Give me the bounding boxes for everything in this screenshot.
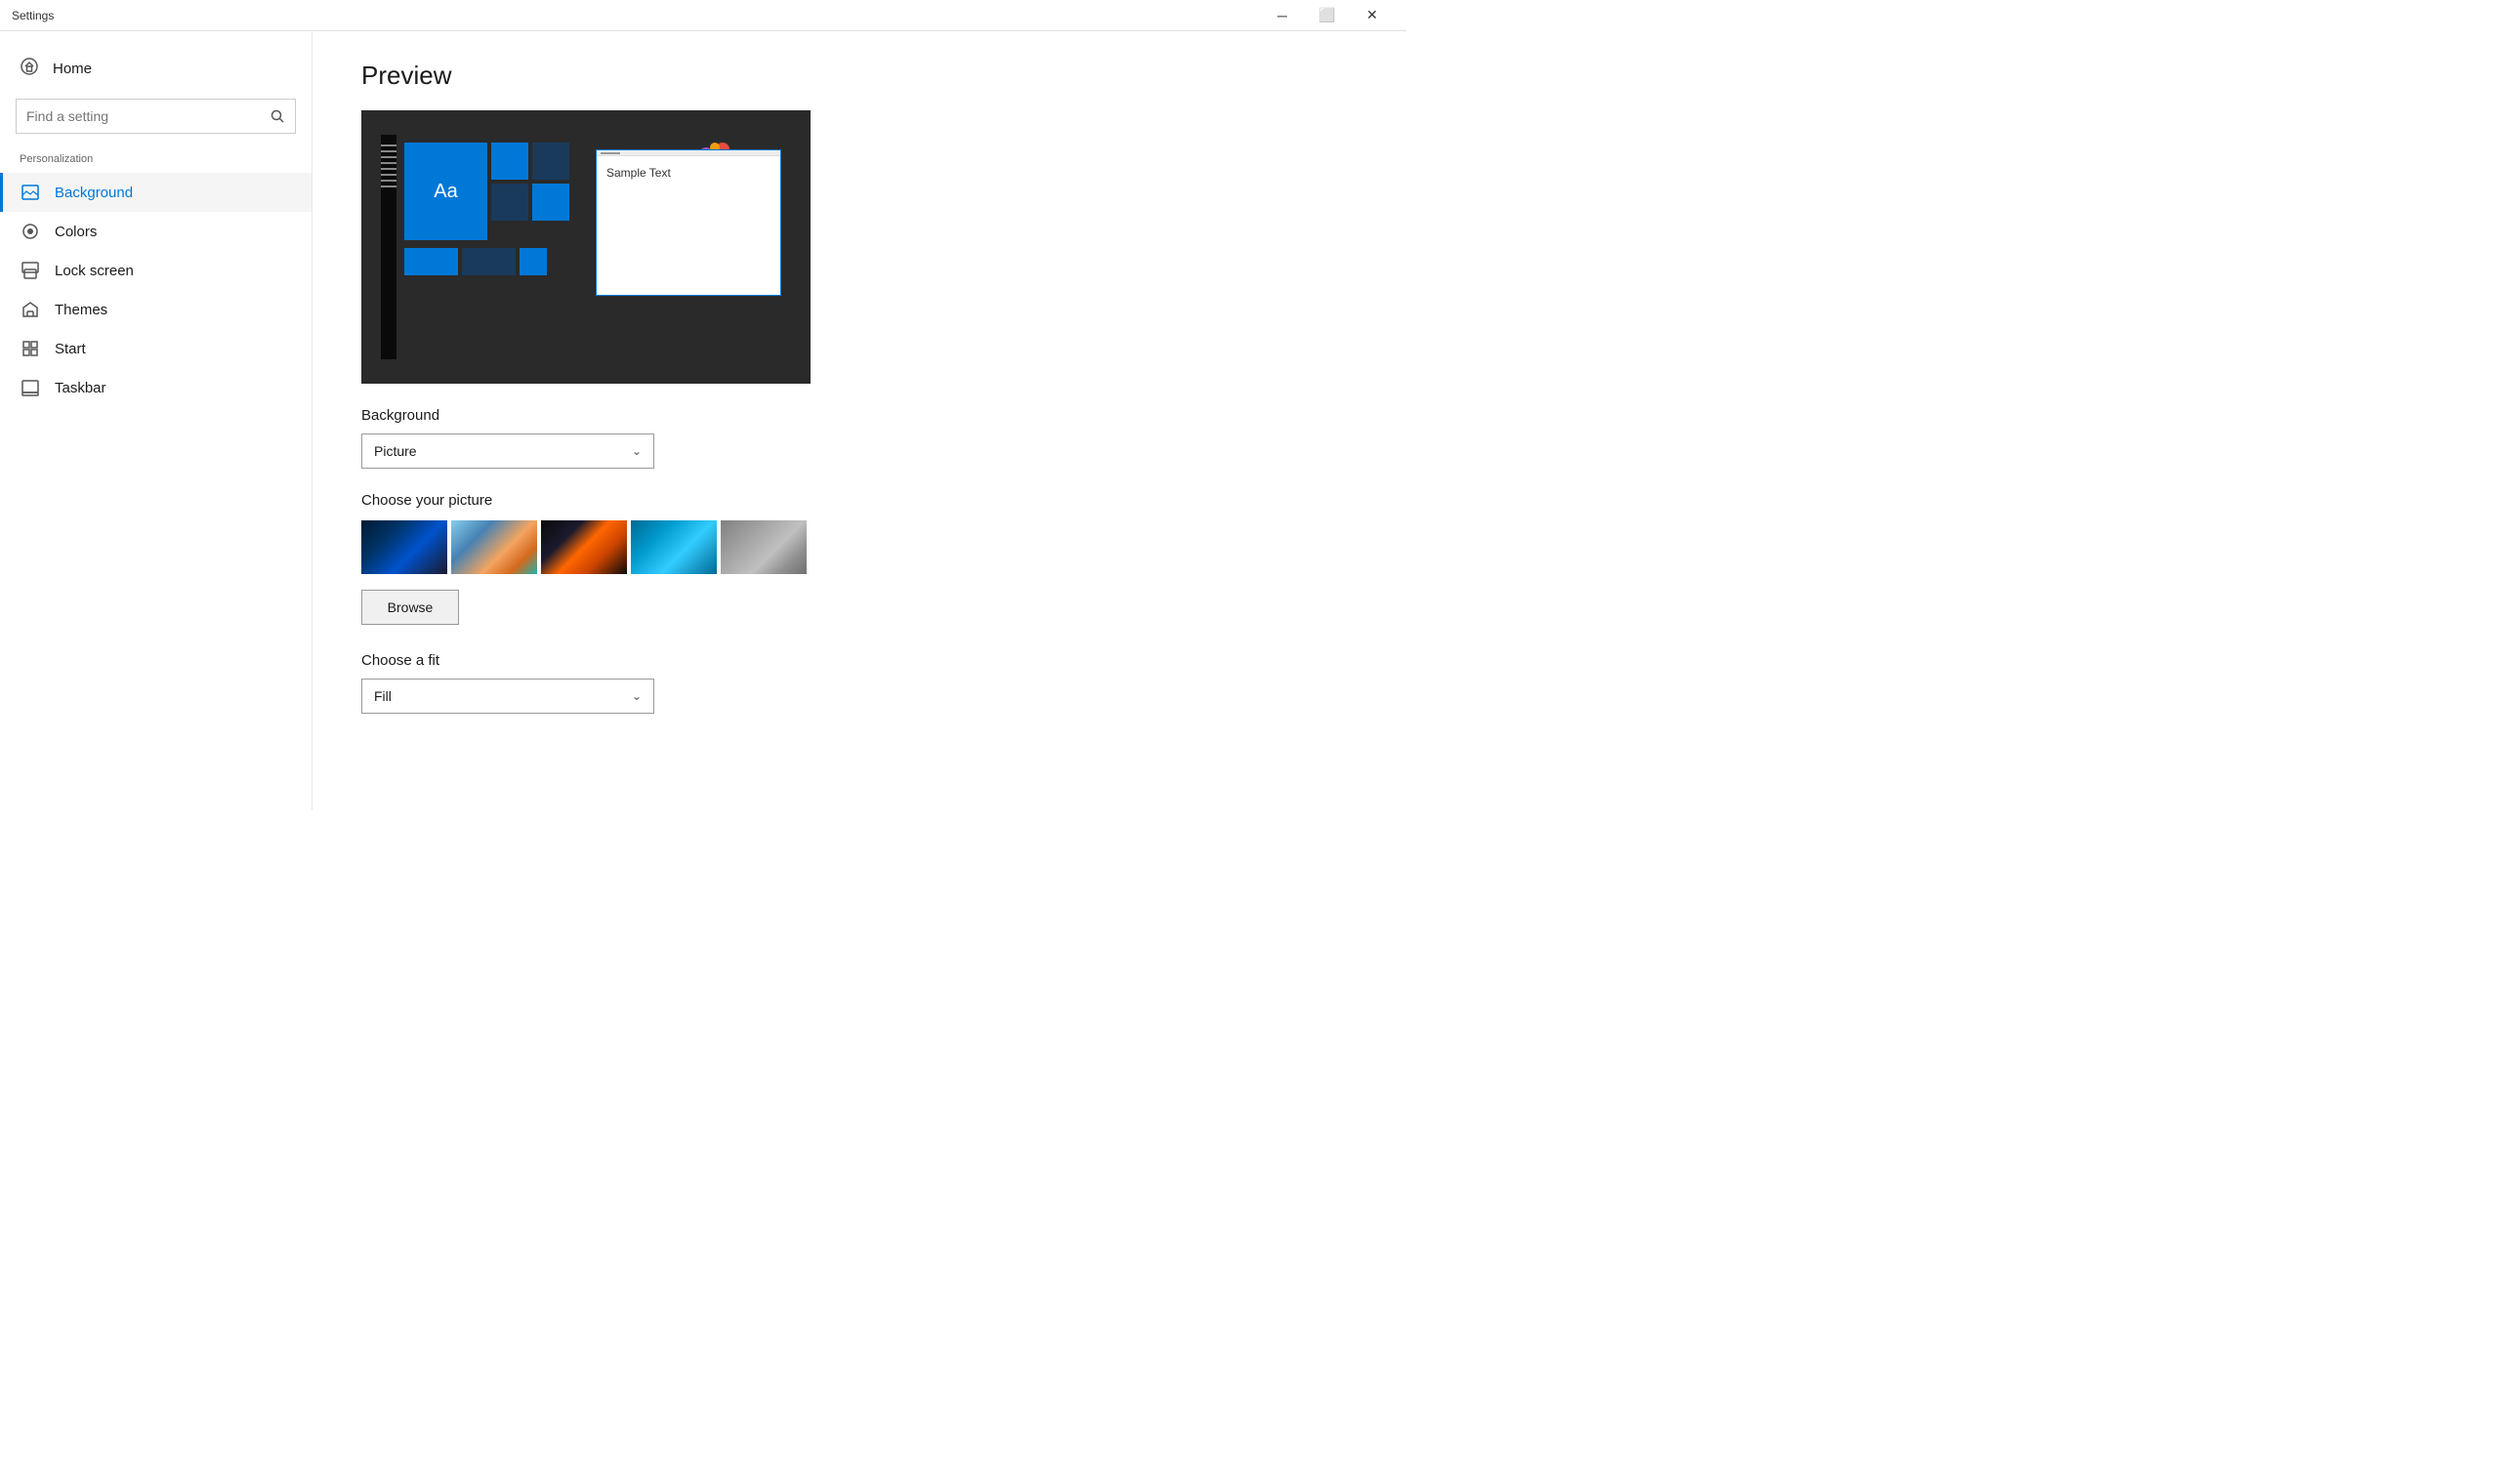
sidebar-item-background[interactable]: Background	[0, 173, 312, 212]
preview-inner: Aa	[361, 110, 811, 384]
thumbnail-2[interactable]	[451, 520, 537, 574]
home-icon	[20, 57, 39, 81]
bar-line-3	[381, 156, 396, 158]
search-box-container	[0, 99, 312, 149]
sidebar-item-home[interactable]: Home	[0, 47, 312, 91]
background-icon	[20, 183, 41, 202]
small-tiles	[491, 143, 569, 221]
background-dropdown[interactable]: Picture ⌄	[361, 433, 654, 469]
sidebar-item-taskbar[interactable]: Taskbar	[0, 368, 312, 407]
tiles-area: Aa	[396, 135, 577, 359]
small-tile-2	[532, 143, 569, 180]
bottom-tile-3	[520, 248, 547, 275]
lock-icon	[20, 261, 41, 280]
bottom-tiles-row	[404, 248, 569, 275]
sidebar-item-themes[interactable]: Themes	[0, 290, 312, 329]
window-controls: ─ ⬜ ✕	[1260, 0, 1395, 31]
start-icon	[20, 339, 41, 358]
fit-dropdown-value: Fill	[374, 688, 392, 704]
browse-button[interactable]: Browse	[361, 590, 459, 625]
app-body: Home Personalization	[0, 31, 1406, 810]
small-tile-4	[532, 184, 569, 221]
sidebar-section-label: Personalization	[0, 149, 312, 173]
search-button[interactable]	[260, 99, 295, 134]
themes-icon	[20, 300, 41, 319]
tiles-aa-label: Aa	[434, 181, 457, 203]
bar-line-5	[381, 168, 396, 170]
main-content: Preview	[312, 31, 1406, 810]
tiles-top: Aa	[404, 143, 569, 240]
bottom-tile-2	[462, 248, 516, 275]
background-dropdown-arrow: ⌄	[632, 444, 642, 458]
thumbnail-3[interactable]	[541, 520, 627, 574]
maximize-button[interactable]: ⬜	[1305, 0, 1350, 31]
title-bar: Settings ─ ⬜ ✕	[0, 0, 1406, 31]
thumbnail-4[interactable]	[631, 520, 717, 574]
sample-dialog: Sample Text	[596, 149, 781, 296]
home-label: Home	[53, 61, 92, 77]
sidebar-item-colors-label: Colors	[55, 224, 97, 240]
dialog-bar-line	[601, 152, 620, 154]
thumbnail-5[interactable]	[721, 520, 807, 574]
bar-line-1	[381, 144, 396, 146]
small-tile-3	[491, 184, 528, 221]
sidebar-item-start-label: Start	[55, 341, 86, 357]
sidebar-item-start[interactable]: Start	[0, 329, 312, 368]
app-title: Settings	[12, 9, 54, 22]
minimize-button[interactable]: ─	[1260, 0, 1305, 31]
small-tile-1	[491, 143, 528, 180]
colors-icon	[20, 222, 41, 241]
start-left-bar	[381, 135, 396, 359]
big-tile: Aa	[404, 143, 487, 240]
sidebar-item-colors[interactable]: Colors	[0, 212, 312, 251]
bar-line-8	[381, 186, 396, 187]
sidebar-item-lock-screen-label: Lock screen	[55, 263, 134, 279]
page-title: Preview	[361, 61, 1357, 91]
background-section-label: Background	[361, 407, 1357, 424]
small-tile-row-1	[491, 143, 569, 180]
fit-dropdown[interactable]: Fill ⌄	[361, 679, 654, 714]
bottom-tile-1	[404, 248, 458, 275]
small-tile-row-2	[491, 184, 569, 221]
start-menu-preview: Aa	[381, 135, 566, 359]
search-box[interactable]	[16, 99, 296, 134]
taskbar-icon	[20, 378, 41, 397]
sidebar: Home Personalization	[0, 31, 312, 810]
search-input[interactable]	[17, 108, 260, 124]
preview-box: Aa	[361, 110, 811, 384]
bar-line-6	[381, 174, 396, 176]
picture-thumbnails	[361, 520, 1357, 574]
background-dropdown-value: Picture	[374, 443, 417, 459]
sidebar-item-lock-screen[interactable]: Lock screen	[0, 251, 312, 290]
sidebar-item-themes-label: Themes	[55, 302, 107, 318]
choose-picture-label: Choose your picture	[361, 492, 1357, 509]
fit-section-label: Choose a fit	[361, 652, 1357, 669]
thumbnail-1[interactable]	[361, 520, 447, 574]
fit-dropdown-arrow: ⌄	[632, 689, 642, 703]
close-button[interactable]: ✕	[1350, 0, 1395, 31]
bar-line-2	[381, 150, 396, 152]
bar-line-4	[381, 162, 396, 164]
bar-line-7	[381, 180, 396, 182]
sample-text: Sample Text	[597, 156, 780, 189]
sidebar-item-background-label: Background	[55, 185, 133, 201]
sidebar-item-taskbar-label: Taskbar	[55, 380, 106, 396]
